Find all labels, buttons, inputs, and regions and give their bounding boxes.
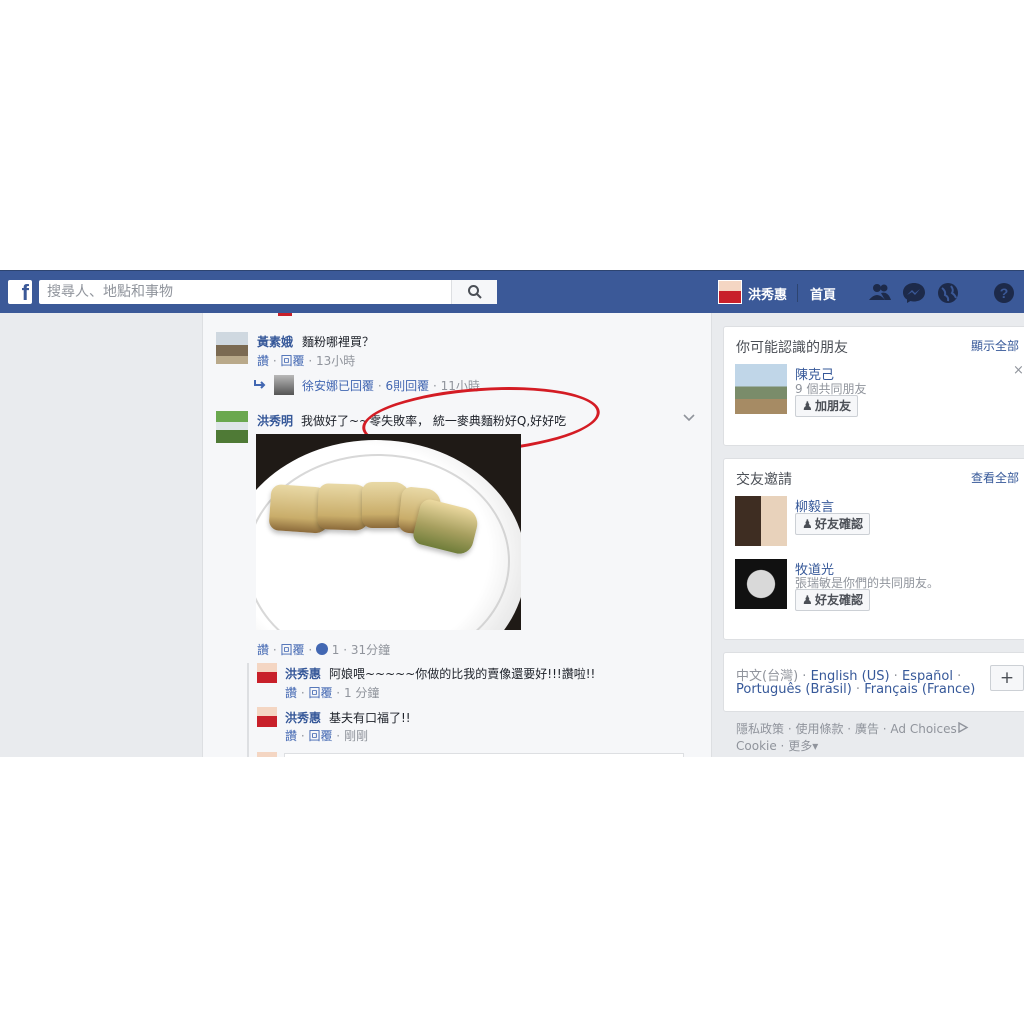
add-language-button[interactable]: + xyxy=(990,665,1024,691)
confirm-friend-button[interactable]: ♟ 好友確認 xyxy=(795,513,871,535)
reply-author[interactable]: 洪秀惠 xyxy=(285,665,321,682)
reply-summary-count[interactable]: 6則回覆 xyxy=(385,379,429,393)
ad-choices-icon[interactable] xyxy=(957,721,969,734)
person-photo[interactable] xyxy=(735,559,787,609)
friend-requests-icon[interactable] xyxy=(868,282,892,304)
like-link[interactable]: 讚 xyxy=(285,729,297,743)
top-navigation-bar: f 洪秀惠 首頁 xyxy=(0,270,1024,313)
avatar[interactable] xyxy=(257,663,277,683)
avatar[interactable] xyxy=(274,375,294,395)
terms-link[interactable]: 使用條款 xyxy=(795,722,843,736)
nav-divider xyxy=(797,284,798,302)
comment-photo[interactable] xyxy=(256,434,521,630)
feed-top-marker xyxy=(278,313,292,316)
avatar[interactable] xyxy=(216,332,248,364)
ad-choices-link[interactable]: Ad Choices xyxy=(890,722,956,736)
add-friend-button[interactable]: ♟ 加朋友 xyxy=(795,395,859,417)
see-all-link[interactable]: 顯示全部 xyxy=(971,337,1019,354)
like-link[interactable]: 讚 xyxy=(285,686,297,700)
friend-requests-card: 交友邀請 查看全部 柳毅言 ♟ 好友確認 牧道光 張瑞敏是你們的共同朋友。 ♟ 好友… xyxy=(723,458,1024,640)
avatar xyxy=(257,752,277,757)
search-input[interactable] xyxy=(39,280,449,304)
reply-link[interactable]: 回覆 xyxy=(280,643,304,657)
comment-actions: 讚 · 回覆 · 13小時 xyxy=(257,354,356,368)
reply-author[interactable]: 洪秀惠 xyxy=(285,709,321,726)
like-reaction-icon[interactable] xyxy=(315,643,328,655)
user-name-link[interactable]: 洪秀惠 xyxy=(748,284,787,303)
footer-links: Cookie · 更多▾ xyxy=(736,739,819,753)
svg-text:?: ? xyxy=(1000,285,1009,301)
reply-arrow-icon xyxy=(254,380,266,389)
language-card: 中文(台灣) · English (US) · Español · Portug… xyxy=(723,652,1024,712)
confirm-label: 好友確認 xyxy=(815,593,864,607)
reaction-count[interactable]: 1 xyxy=(332,643,340,657)
people-you-may-know-card: 你可能認識的朋友 顯示全部 陳克己 9 個共同朋友 × ♟ 加朋友 xyxy=(723,326,1024,446)
confirm-label: 好友確認 xyxy=(815,517,864,531)
reply-actions: 讚 · 回覆 · 1 分鐘 xyxy=(285,686,380,700)
caret-down-icon[interactable]: ▾ xyxy=(812,739,818,753)
see-all-link[interactable]: 查看全部 xyxy=(971,469,1019,486)
reply-time: 剛剛 xyxy=(343,729,368,743)
home-link[interactable]: 首頁 xyxy=(810,284,836,303)
reply-input[interactable] xyxy=(284,753,684,757)
search-button[interactable] xyxy=(451,280,497,304)
card-title: 交友邀請 xyxy=(736,472,792,488)
add-friend-icon: ♟ xyxy=(802,517,813,531)
person-photo[interactable] xyxy=(735,496,787,546)
facebook-screenshot: f 洪秀惠 首頁 xyxy=(0,270,1024,757)
messenger-icon[interactable] xyxy=(902,282,926,304)
add-friend-icon: ♟ xyxy=(802,399,813,413)
chevron-down-icon[interactable] xyxy=(682,413,696,423)
comment-actions: 讚 · 回覆 · 1 · 31分鐘 xyxy=(257,643,391,657)
reply-actions: 讚 · 回覆 · 剛剛 xyxy=(285,729,368,743)
reply-time: 1 分鐘 xyxy=(343,686,380,700)
footer-links: 隱私政策 · 使用條款 · 廣告 · Ad Choices xyxy=(736,720,969,737)
privacy-link[interactable]: 隱私政策 xyxy=(736,722,784,736)
like-link[interactable]: 讚 xyxy=(257,643,269,657)
reply-summary-author[interactable]: 徐安娜 xyxy=(302,379,338,393)
reply-text: 阿娘喂~~~~~你做的比我的賣像還要好!!!讚啦!! xyxy=(329,667,596,681)
reply-link[interactable]: 回覆 xyxy=(308,729,332,743)
reply-thread-line xyxy=(247,663,249,757)
avatar[interactable] xyxy=(257,707,277,727)
notifications-globe-icon[interactable] xyxy=(936,282,960,304)
reply-summary-action: 已回覆 xyxy=(338,379,375,393)
close-icon[interactable]: × xyxy=(1013,363,1024,378)
reply-link[interactable]: 回覆 xyxy=(280,354,304,368)
like-link[interactable]: 讚 xyxy=(257,354,269,368)
user-avatar[interactable] xyxy=(718,280,742,304)
add-friend-icon: ♟ xyxy=(802,593,813,607)
comment-author[interactable]: 黃素娥 xyxy=(257,333,293,350)
person-photo[interactable] xyxy=(735,364,787,414)
ads-link[interactable]: 廣告 xyxy=(855,722,879,736)
facebook-logo-icon[interactable]: f xyxy=(8,280,32,305)
search-icon xyxy=(468,285,482,299)
search-bar xyxy=(39,280,497,304)
comment-time: 31分鐘 xyxy=(350,643,391,657)
add-friend-label: 加朋友 xyxy=(815,399,852,413)
card-title: 你可能認識的朋友 xyxy=(736,340,848,356)
language-list: Português (Brasil) · Français (France) xyxy=(736,682,976,697)
language-option[interactable]: Português (Brasil) xyxy=(736,682,852,697)
language-option[interactable]: Français (France) xyxy=(864,682,975,697)
comment-author[interactable]: 洪秀明 xyxy=(257,412,293,429)
cookie-link[interactable]: Cookie xyxy=(736,739,777,753)
comment-time: 13小時 xyxy=(315,354,356,368)
help-icon[interactable]: ? xyxy=(992,282,1016,304)
avatar[interactable] xyxy=(216,411,248,443)
reply-text: 基夫有口福了!! xyxy=(329,711,411,725)
more-link[interactable]: 更多 xyxy=(788,739,812,753)
comment-text: 麵粉哪裡買？ xyxy=(302,335,375,349)
confirm-friend-button[interactable]: ♟ 好友確認 xyxy=(795,589,871,611)
reply-link[interactable]: 回覆 xyxy=(308,686,332,700)
